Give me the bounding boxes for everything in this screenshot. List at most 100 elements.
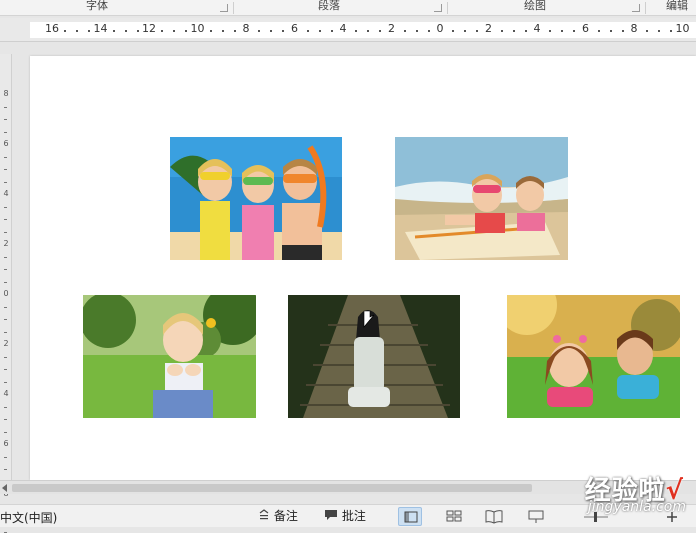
notes-label: 备注 — [273, 509, 298, 523]
ruler-tick — [464, 30, 467, 32]
vertical-ruler-label: 2 — [3, 239, 9, 248]
drawing-dialog-launcher-icon[interactable] — [632, 4, 640, 12]
vertical-ruler-label: 8 — [3, 89, 9, 98]
photo-kids-snorkel-image — [170, 137, 342, 260]
ribbon-group-editing: 编辑 — [666, 0, 688, 16]
ruler-tick — [173, 30, 176, 32]
ruler-tick — [355, 30, 358, 32]
ruler-label: 14 — [93, 22, 108, 35]
watermark-url: jingyanla.com — [587, 499, 686, 515]
ribbon-group-drawing: 绘图 — [524, 0, 546, 16]
ruler-tick — [76, 30, 79, 32]
vertical-ruler-tick — [4, 106, 7, 108]
ruler-tick — [415, 30, 418, 32]
ribbon-separator — [447, 2, 448, 14]
slide-sorter-view-button[interactable] — [442, 507, 466, 526]
ruler-label: 12 — [142, 22, 156, 35]
ruler-tick — [112, 30, 115, 32]
ruler-tick — [270, 30, 273, 32]
ribbon-group-bar: 字体 段落 绘图 编辑 — [0, 0, 696, 16]
vertical-ruler-tick — [4, 369, 7, 370]
paragraph-dialog-launcher-icon[interactable] — [434, 4, 442, 12]
ruler-label: 10 — [675, 22, 690, 35]
slide-canvas[interactable] — [30, 56, 696, 480]
ruler-tick — [500, 30, 503, 32]
ruler-tick — [561, 30, 564, 32]
slideshow-icon — [528, 510, 544, 523]
ruler-tick — [549, 30, 552, 32]
ribbon-separator — [645, 2, 646, 14]
ribbon-group-font-label: 字体 — [86, 0, 108, 12]
ruler-tick — [367, 30, 370, 32]
ruler-tick — [597, 30, 600, 32]
photo-toddler-in-park[interactable] — [83, 295, 256, 418]
ruler-tick — [403, 30, 406, 32]
vertical-ruler-tick — [4, 119, 7, 120]
ruler-tick — [452, 30, 455, 32]
vertical-ruler-tick — [4, 419, 7, 420]
photo-kids-lying-on-grass[interactable] — [507, 295, 680, 418]
ruler-label: 6 — [582, 22, 589, 35]
ribbon-group-paragraph-label: 段落 — [318, 0, 340, 12]
photo-kids-snorkel-beach[interactable] — [170, 137, 342, 260]
normal-view-button[interactable] — [398, 507, 422, 526]
vertical-ruler-tick — [4, 181, 7, 183]
reading-view-icon — [485, 510, 503, 524]
ruler-label: 8 — [242, 22, 250, 35]
vertical-ruler-tick — [4, 156, 7, 158]
photo-girls-lying-on-sand[interactable] — [395, 137, 568, 260]
ruler-label: 8 — [630, 22, 638, 35]
ruler-label: 4 — [339, 22, 347, 35]
ruler-tick — [209, 30, 212, 32]
ruler-label: 2 — [485, 22, 492, 35]
ruler-tick — [258, 30, 261, 32]
ruler-tick — [64, 30, 67, 32]
ruler-tick — [609, 30, 612, 32]
horizontal-scroll-thumb[interactable] — [12, 484, 532, 492]
vertical-ruler-tick — [4, 456, 7, 458]
ruler-label: 6 — [291, 22, 298, 35]
ruler-tick — [306, 30, 309, 32]
ruler-label: 10 — [190, 22, 205, 35]
comments-button[interactable]: 批注 — [324, 507, 366, 526]
vertical-ruler-tick — [4, 169, 7, 170]
ruler-tick — [512, 30, 515, 32]
ruler-label: 0 — [436, 22, 444, 35]
vertical-ruler-tick — [4, 356, 7, 358]
scroll-left-arrow-icon[interactable] — [2, 484, 7, 492]
notes-icon — [259, 509, 269, 520]
vertical-ruler-tick — [4, 381, 7, 383]
vertical-ruler-tick — [4, 469, 7, 470]
reading-view-button[interactable] — [482, 507, 506, 526]
ribbon-separator — [233, 2, 234, 14]
photo-girl-kneeling-on-path[interactable] — [288, 295, 460, 418]
ruler-label: 16 — [45, 22, 59, 35]
ruler-tick — [318, 30, 321, 32]
vertical-ruler-label: 6 — [3, 439, 9, 448]
font-dialog-launcher-icon[interactable] — [220, 4, 228, 12]
vertical-ruler-tick — [4, 131, 7, 133]
normal-view-icon — [404, 511, 418, 523]
comments-label: 批注 — [341, 509, 366, 523]
ruler-label: 2 — [388, 22, 395, 35]
vertical-ruler-tick — [4, 319, 7, 320]
ruler-tick — [161, 30, 164, 32]
vertical-ruler[interactable]: 864202468 — [0, 54, 12, 533]
comment-icon — [325, 510, 337, 520]
ruler-strip — [30, 22, 696, 38]
slide-sorter-icon — [446, 510, 462, 522]
vertical-ruler-label: 0 — [3, 289, 9, 298]
ruler-tick — [658, 30, 661, 32]
photo-girl-path-image — [288, 295, 460, 418]
language-indicator[interactable]: 中文(中国) — [0, 509, 57, 526]
notes-button[interactable]: 备注 — [258, 507, 298, 526]
ruler-tick — [221, 30, 224, 32]
vertical-ruler-tick — [4, 231, 7, 233]
vertical-ruler-label: 4 — [3, 189, 9, 198]
ribbon-group-drawing-label: 绘图 — [524, 0, 546, 12]
vertical-ruler-tick — [4, 431, 7, 433]
horizontal-ruler[interactable]: 16 14 12 10 8 6 4 2 0 2 4 6 8 10 — [0, 18, 696, 42]
slideshow-view-button[interactable] — [524, 507, 548, 526]
vertical-ruler-tick — [4, 281, 7, 283]
ruler-label: 4 — [533, 22, 541, 35]
